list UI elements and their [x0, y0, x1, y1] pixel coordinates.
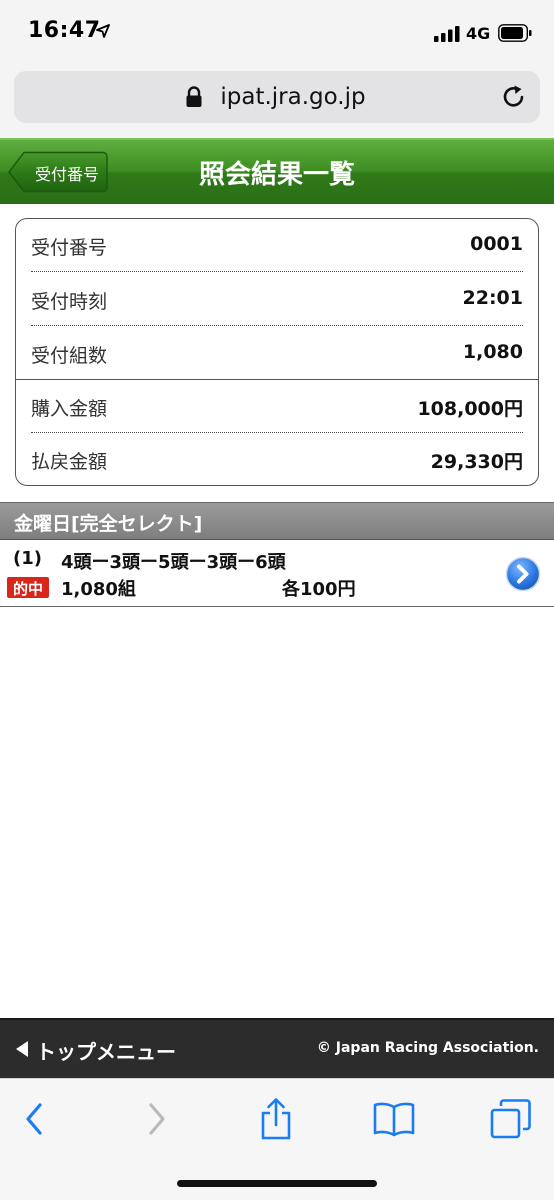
address-bar[interactable]: ipat.jra.go.jp: [14, 71, 540, 123]
signal-icon: [434, 26, 460, 42]
page-title: 照会結果一覧: [198, 160, 355, 190]
summary-value: 108,000円: [417, 398, 523, 420]
status-time: 16:47: [28, 18, 101, 43]
page-header: 受付番号 照会結果一覧: [0, 138, 554, 204]
network-type: 4G: [466, 24, 491, 43]
summary-label: 受付組数: [31, 345, 108, 367]
chevron-right-icon[interactable]: [505, 556, 541, 592]
section-title: 金曜日[完全セレクト]: [14, 513, 203, 535]
bookmarks-icon[interactable]: [372, 1097, 416, 1141]
summary-row-purchase-amount: 購入金額 108,000円: [31, 380, 523, 432]
summary-row-receipt-time: 受付時刻 22:01: [31, 273, 523, 325]
triangle-left-icon: [16, 1041, 28, 1057]
tabs-icon[interactable]: [489, 1097, 533, 1141]
bet-combination: 4頭ー3頭ー5頭ー3頭ー6頭: [61, 552, 286, 573]
summary-row-receipt-number: 受付番号 0001: [31, 219, 523, 271]
url-text: ipat.jra.go.jp: [220, 84, 366, 110]
home-indicator: [177, 1180, 377, 1187]
back-arrow-icon[interactable]: [13, 1097, 57, 1141]
copyright-text: © Japan Racing Association.: [316, 1040, 539, 1056]
hit-badge-label: 的中: [12, 580, 43, 598]
bet-count: 1,080組: [61, 579, 136, 600]
summary-row-payout-amount: 払戻金額 29,330円: [31, 433, 523, 485]
bet-list-item[interactable]: (1) 4頭ー3頭ー5頭ー3頭ー6頭 的中 1,080組 各100円: [0, 540, 554, 607]
summary-label: 購入金額: [31, 398, 108, 420]
forward-arrow-icon[interactable]: [134, 1097, 178, 1141]
hit-badge: 的中: [7, 577, 49, 598]
summary-label: 受付時刻: [31, 291, 108, 313]
summary-label: 払戻金額: [31, 451, 108, 473]
summary-value: 0001: [470, 233, 523, 255]
battery-icon: [498, 24, 532, 42]
status-bar: 16:47 4G: [0, 0, 554, 64]
bet-unit-amount: 各100円: [282, 579, 356, 600]
dotted-divider: [31, 271, 523, 272]
browser-address-area: ipat.jra.go.jp: [0, 64, 554, 138]
reload-icon[interactable]: [500, 83, 528, 111]
bet-number: (1): [13, 548, 42, 569]
summary-value: 29,330円: [430, 451, 523, 473]
summary-row-combination-count: 受付組数 1,080: [31, 327, 523, 379]
section-header: 金曜日[完全セレクト]: [0, 502, 554, 540]
page-footer: トップメニュー © Japan Racing Association.: [0, 1018, 554, 1078]
summary-box: 受付番号 0001 受付時刻 22:01 受付組数 1,080 購入金額 108…: [15, 218, 539, 486]
dotted-divider: [31, 325, 523, 326]
location-arrow-icon: [96, 24, 110, 38]
summary-value: 22:01: [462, 287, 523, 309]
summary-value: 1,080: [462, 341, 523, 363]
top-menu-label: トップメニュー: [36, 1040, 176, 1064]
summary-label: 受付番号: [31, 237, 108, 259]
share-icon[interactable]: [254, 1097, 298, 1141]
